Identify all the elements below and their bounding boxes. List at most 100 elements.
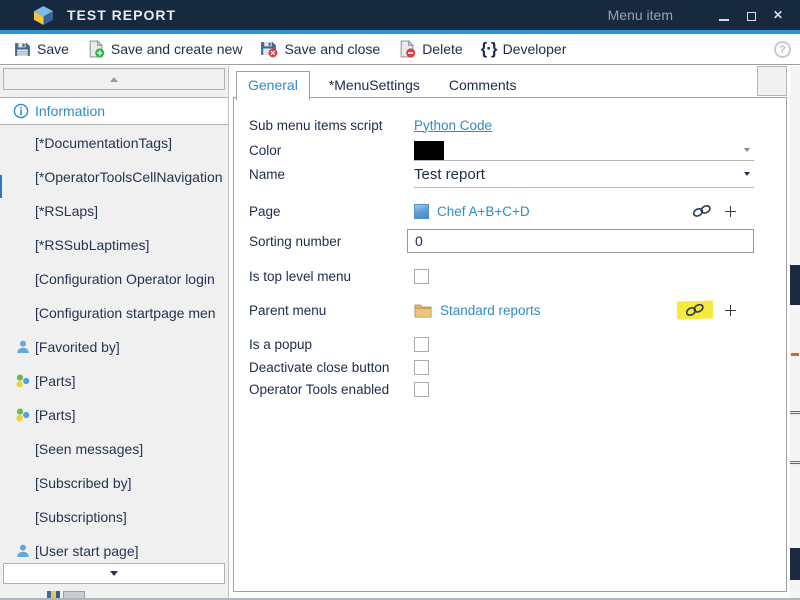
sidebar-item-label: [*RSLaps] [35, 203, 99, 219]
sidebar-list: [*DocumentationTags] [*OperatorToolsCell… [0, 126, 228, 561]
sidebar-item-label: [Seen messages] [35, 441, 144, 457]
form: Sub menu items script Python Code Color … [234, 98, 786, 400]
minimize-icon [719, 12, 729, 21]
developer-button[interactable]: {·} Developer [472, 36, 576, 62]
save-button-label: Save [37, 41, 69, 57]
sidebar-item-seen-messages[interactable]: [Seen messages] [0, 432, 228, 466]
tab-bar: General *MenuSettings Comments [236, 71, 536, 100]
maximize-icon [746, 12, 756, 21]
sidebar-item-operatortoolscellnavigation[interactable]: [*OperatorToolsCellNavigation [0, 160, 228, 194]
delete-button-label: Delete [422, 41, 463, 57]
maximize-button[interactable] [745, 9, 757, 21]
info-icon [13, 103, 29, 119]
general-tab-panel: Sub menu items script Python Code Color … [233, 97, 787, 592]
name-dropdown[interactable]: Test report [414, 161, 754, 188]
background-window-fragment [757, 66, 787, 96]
save-and-create-new-button[interactable]: Save and create new [78, 37, 252, 61]
window-title: TEST REPORT [67, 7, 177, 23]
save-and-create-new-label: Save and create new [110, 41, 243, 57]
operator-tools-enabled-checkbox[interactable] [414, 381, 429, 397]
sidebar-item-rssublaptimes[interactable]: [*RSSubLaptimes] [0, 228, 228, 262]
sidebar-item-configuration-operator-login[interactable]: [Configuration Operator login [0, 262, 228, 296]
field-label: Sorting number [249, 233, 342, 249]
plus-icon[interactable] [725, 304, 736, 316]
toolbar: Save Save and create new Save and close [0, 34, 800, 65]
field-label: Parent menu [249, 302, 327, 318]
sidebar-item-parts-2[interactable]: [Parts] [0, 398, 228, 432]
sorting-number-input[interactable] [407, 229, 754, 253]
parts-icon [16, 374, 30, 388]
sidebar-scroll-down-button[interactable] [3, 563, 225, 584]
person-icon [17, 544, 29, 557]
chevron-down-icon[interactable] [744, 172, 750, 176]
form-row-parent-menu: Parent menu Standard reports [249, 295, 786, 325]
file-delete-icon [400, 40, 416, 58]
floppy-close-icon [261, 42, 278, 58]
sidebar-item-information[interactable]: Information [0, 97, 228, 125]
field-label: Is a popup [249, 336, 313, 352]
page-thumbnail-icon [414, 203, 429, 219]
sidebar-item-label: [Configuration Operator login [35, 271, 215, 287]
context-label: Menu item [607, 7, 673, 23]
chevron-down-icon[interactable] [744, 147, 750, 152]
chevron-up-icon [110, 76, 118, 82]
background-window-strip [790, 66, 800, 598]
background-window-fragment [0, 175, 2, 198]
form-row-color: Color [249, 139, 786, 161]
tab-comments[interactable]: Comments [439, 72, 527, 99]
sidebar-item-user-start-page[interactable]: [User start page] [0, 534, 228, 561]
sidebar-item-subscriptions[interactable]: [Subscriptions] [0, 500, 228, 534]
delete-button[interactable]: Delete [389, 37, 471, 61]
sidebar-item-label: [*DocumentationTags] [35, 135, 172, 151]
highlight-marker [676, 300, 714, 320]
sidebar-item-subscribed-by[interactable]: [Subscribed by] [0, 466, 228, 500]
close-button[interactable]: ✕ [772, 9, 784, 21]
link-chain-icon[interactable] [691, 204, 713, 218]
help-icon[interactable]: ? [774, 41, 791, 58]
is-a-popup-checkbox[interactable] [414, 336, 429, 352]
form-row-sub-menu-items-script: Sub menu items script Python Code [249, 111, 786, 139]
python-code-link[interactable]: Python Code [414, 118, 492, 133]
folder-icon [414, 303, 432, 318]
form-row-sorting-number: Sorting number [249, 224, 786, 258]
sidebar-item-label: [*RSSubLaptimes] [35, 237, 150, 253]
sidebar-item-favorited-by[interactable]: [Favorited by] [0, 330, 228, 364]
app-logo-icon [33, 5, 54, 25]
close-icon: ✕ [772, 8, 784, 22]
tab-general[interactable]: General [236, 71, 310, 100]
sidebar-item-label: [*OperatorToolsCellNavigation [35, 169, 223, 185]
person-icon [17, 340, 29, 353]
color-dropdown[interactable] [414, 139, 754, 161]
save-and-close-button[interactable]: Save and close [251, 37, 389, 61]
code-braces-icon: {·} [480, 39, 498, 58]
sidebar-item-rslaps[interactable]: [*RSLaps] [0, 194, 228, 228]
field-label: Deactivate close button [249, 359, 390, 375]
sidebar-item-label: [Subscribed by] [35, 475, 132, 491]
plus-icon[interactable] [725, 205, 736, 217]
background-window-fragment [63, 591, 85, 598]
field-label: Operator Tools enabled [249, 381, 390, 397]
sidebar-scroll-up-button[interactable] [3, 68, 225, 90]
field-label: Sub menu items script [249, 117, 383, 133]
color-swatch[interactable] [414, 140, 444, 160]
sidebar-item-label: [User start page] [35, 543, 139, 559]
sidebar-item-documentationtags[interactable]: [*DocumentationTags] [0, 126, 228, 160]
title-bar: TEST REPORT Menu item ✕ [0, 0, 800, 30]
parent-menu-link[interactable]: Standard reports [440, 303, 541, 318]
form-row-operator-tools-enabled: Operator Tools enabled [249, 378, 786, 400]
sidebar-item-configuration-startpage-menu[interactable]: [Configuration startpage men [0, 296, 228, 330]
sidebar-item-label: Information [35, 103, 106, 119]
page-link[interactable]: Chef A+B+C+D [437, 204, 530, 219]
save-button[interactable]: Save [5, 38, 78, 61]
sidebar-item-parts-1[interactable]: [Parts] [0, 364, 228, 398]
is-top-level-menu-checkbox[interactable] [414, 268, 429, 284]
deactivate-close-button-checkbox[interactable] [414, 359, 429, 375]
sidebar: Information [*DocumentationTags] [*Opera… [0, 66, 229, 598]
form-row-is-a-popup: Is a popup [249, 332, 786, 356]
minimize-button[interactable] [718, 9, 730, 21]
file-plus-icon [89, 40, 105, 58]
link-chain-icon[interactable] [684, 303, 706, 318]
floppy-save-icon [15, 42, 30, 56]
tab-menusettings[interactable]: *MenuSettings [319, 72, 430, 99]
background-window-fragment [47, 591, 60, 598]
